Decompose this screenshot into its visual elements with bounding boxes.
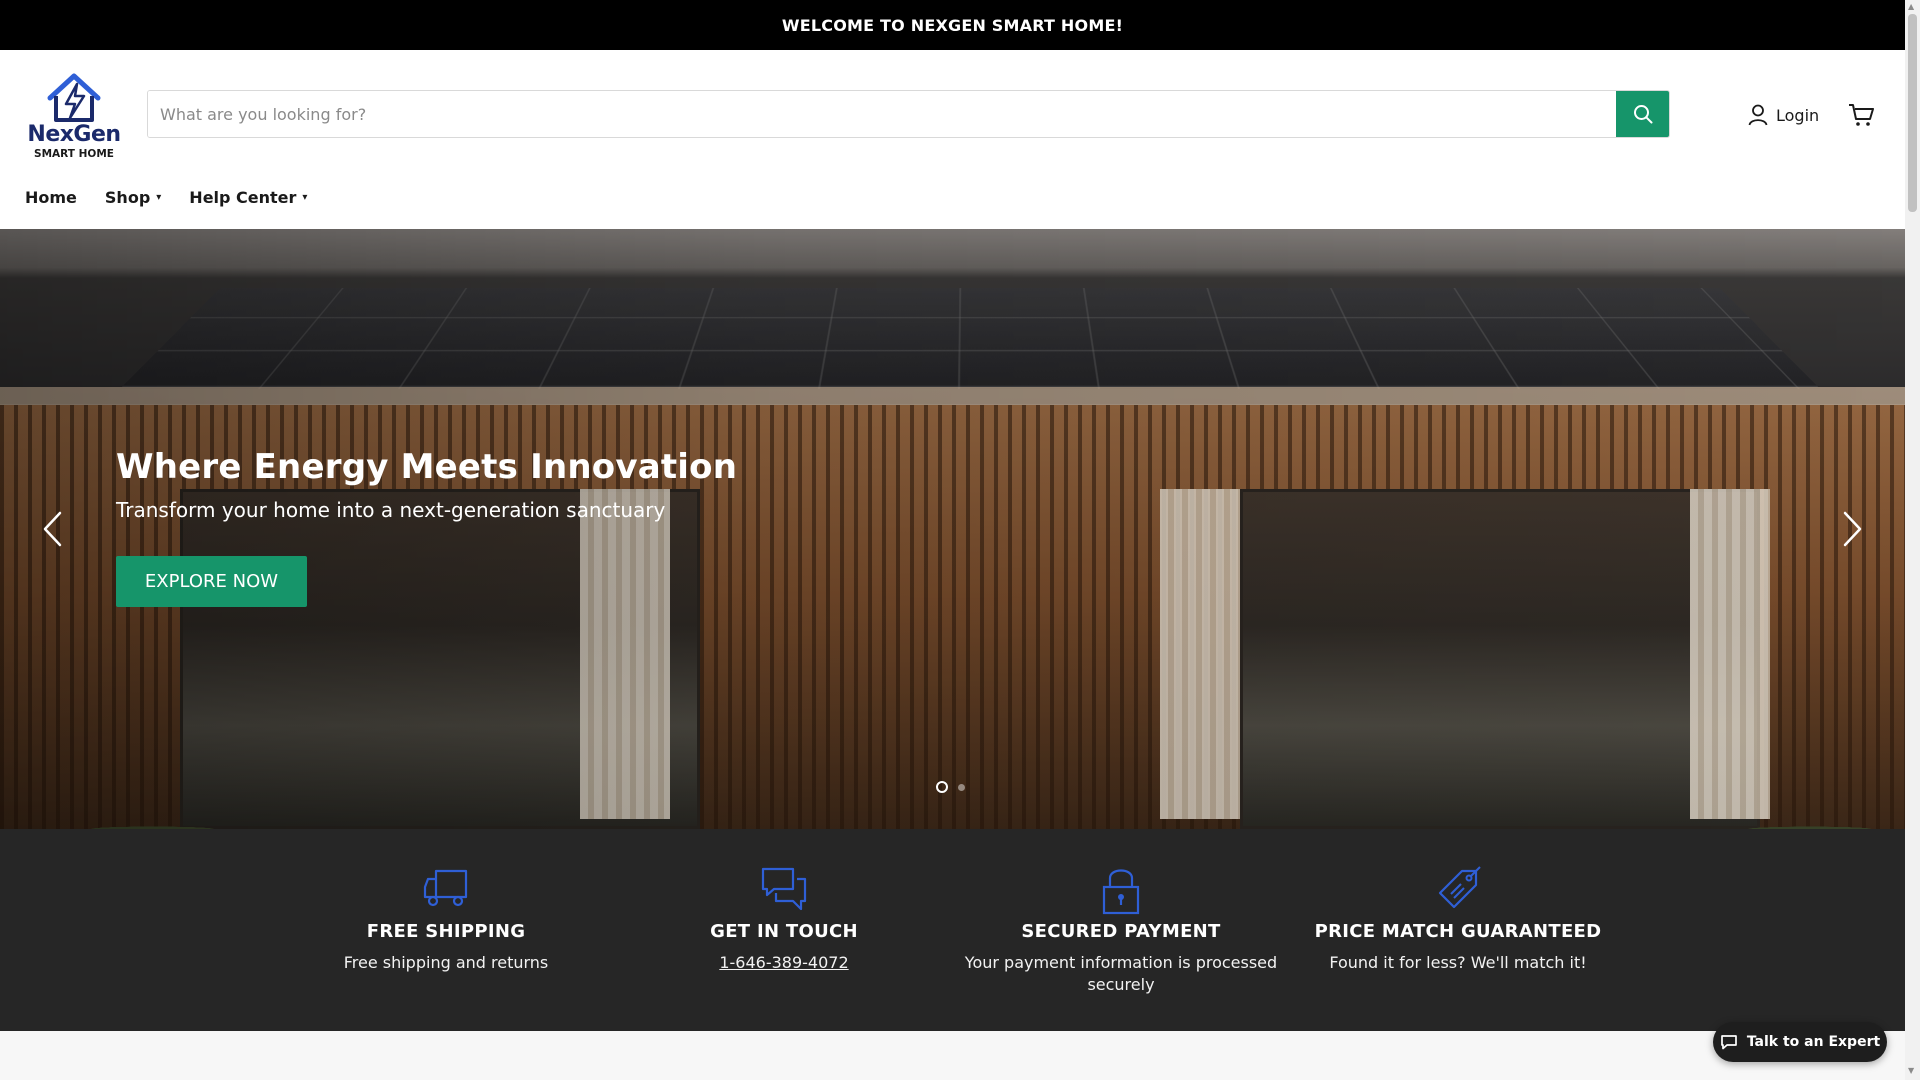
chevron-down-icon: ▾: [156, 193, 161, 203]
search-bar: [147, 90, 1670, 138]
chat-bubbles-icon: [760, 865, 808, 913]
hero-slideshow: Where Energy Meets Innovation Transform …: [0, 229, 1905, 829]
slide-next-button[interactable]: [1839, 511, 1865, 547]
chat-icon: [1720, 1034, 1738, 1050]
feature-title: FREE SHIPPING: [286, 921, 606, 942]
nav-item-label: Shop: [105, 188, 150, 207]
cart-button[interactable]: [1848, 103, 1874, 127]
explore-now-button[interactable]: EXPLORE NOW: [116, 556, 307, 607]
scroll-up-arrow-icon[interactable]: ▲: [1908, 2, 1914, 11]
house-lightning-icon: [44, 72, 104, 124]
main-nav: Home Shop ▾ Help Center ▾: [25, 188, 307, 207]
slide-dot-2[interactable]: [958, 784, 965, 791]
login-link[interactable]: Login: [1748, 103, 1819, 127]
nav-item-shop[interactable]: Shop ▾: [105, 188, 161, 207]
feature-secured-payment: SECURED PAYMENT Your payment information…: [961, 865, 1281, 996]
feature-text: Found it for less? We'll match it!: [1298, 952, 1618, 974]
chevron-down-icon: ▾: [302, 193, 307, 203]
slide-dots: [936, 781, 965, 793]
logo-subtitle: SMART HOME: [26, 148, 122, 160]
search-icon: [1633, 104, 1653, 124]
nav-item-help-center[interactable]: Help Center ▾: [189, 188, 307, 207]
feature-title: SECURED PAYMENT: [961, 921, 1281, 942]
feature-text: Free shipping and returns: [286, 952, 606, 974]
phone-link[interactable]: 1-646-389-4072: [624, 952, 944, 974]
slide-dot-1[interactable]: [936, 781, 948, 793]
feature-price-match: PRICE MATCH GUARANTEED Found it for less…: [1298, 865, 1618, 974]
feature-free-shipping: FREE SHIPPING Free shipping and returns: [286, 865, 606, 974]
talk-to-expert-button[interactable]: Talk to an Expert: [1713, 1022, 1887, 1062]
search-input[interactable]: [148, 91, 1616, 137]
feature-get-in-touch: GET IN TOUCH 1-646-389-4072: [624, 865, 944, 974]
chevron-left-icon: [40, 511, 66, 547]
scroll-thumb[interactable]: [1908, 14, 1917, 212]
site-header: NexGen SMART HOME Login Home Shop: [0, 50, 1905, 229]
truck-icon: [422, 865, 470, 909]
chevron-right-icon: [1839, 511, 1865, 547]
scroll-down-arrow-icon[interactable]: ▼: [1908, 1066, 1914, 1075]
hero-title: Where Energy Meets Innovation: [116, 447, 737, 487]
logo[interactable]: NexGen SMART HOME: [26, 72, 122, 160]
price-tag-icon: [1434, 865, 1482, 913]
page-scrollbar[interactable]: ▲ ▼: [1905, 0, 1920, 1080]
slide-prev-button[interactable]: [40, 511, 66, 547]
user-icon: [1748, 104, 1768, 126]
padlock-icon: [1101, 865, 1141, 915]
login-label: Login: [1776, 106, 1819, 125]
feature-text: Your payment information is processed se…: [961, 952, 1281, 996]
announcement-bar: WELCOME TO NEXGEN SMART HOME!: [0, 0, 1905, 50]
logo-name: NexGen: [26, 124, 122, 146]
nav-item-label: Help Center: [189, 188, 296, 207]
next-section: [0, 1031, 1905, 1080]
feature-title: PRICE MATCH GUARANTEED: [1298, 921, 1618, 942]
hero-overlay: [0, 229, 1905, 829]
announcement-text: WELCOME TO NEXGEN SMART HOME!: [782, 16, 1123, 35]
features-strip: FREE SHIPPING Free shipping and returns …: [0, 829, 1905, 1031]
hero-subtitle: Transform your home into a next-generati…: [116, 498, 665, 522]
feature-title: GET IN TOUCH: [624, 921, 944, 942]
cart-icon: [1848, 103, 1874, 127]
chat-label: Talk to an Expert: [1747, 1034, 1880, 1050]
search-button[interactable]: [1616, 91, 1669, 137]
nav-item-label: Home: [25, 188, 77, 207]
nav-item-home[interactable]: Home: [25, 188, 77, 207]
